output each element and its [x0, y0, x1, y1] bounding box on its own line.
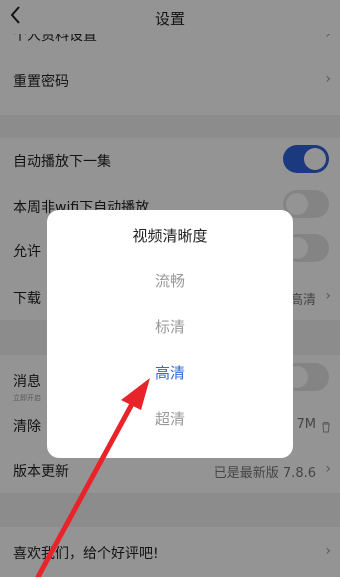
video-quality-dialog: 视频清晰度 流畅 标清 高清 超清 — [47, 210, 293, 458]
quality-option-ultra[interactable]: 超清 — [47, 408, 293, 429]
quality-option-high[interactable]: 高清 — [47, 362, 293, 383]
quality-option-smooth[interactable]: 流畅 — [47, 270, 293, 291]
dialog-title: 视频清晰度 — [132, 227, 208, 245]
quality-option-standard[interactable]: 标清 — [47, 316, 293, 337]
